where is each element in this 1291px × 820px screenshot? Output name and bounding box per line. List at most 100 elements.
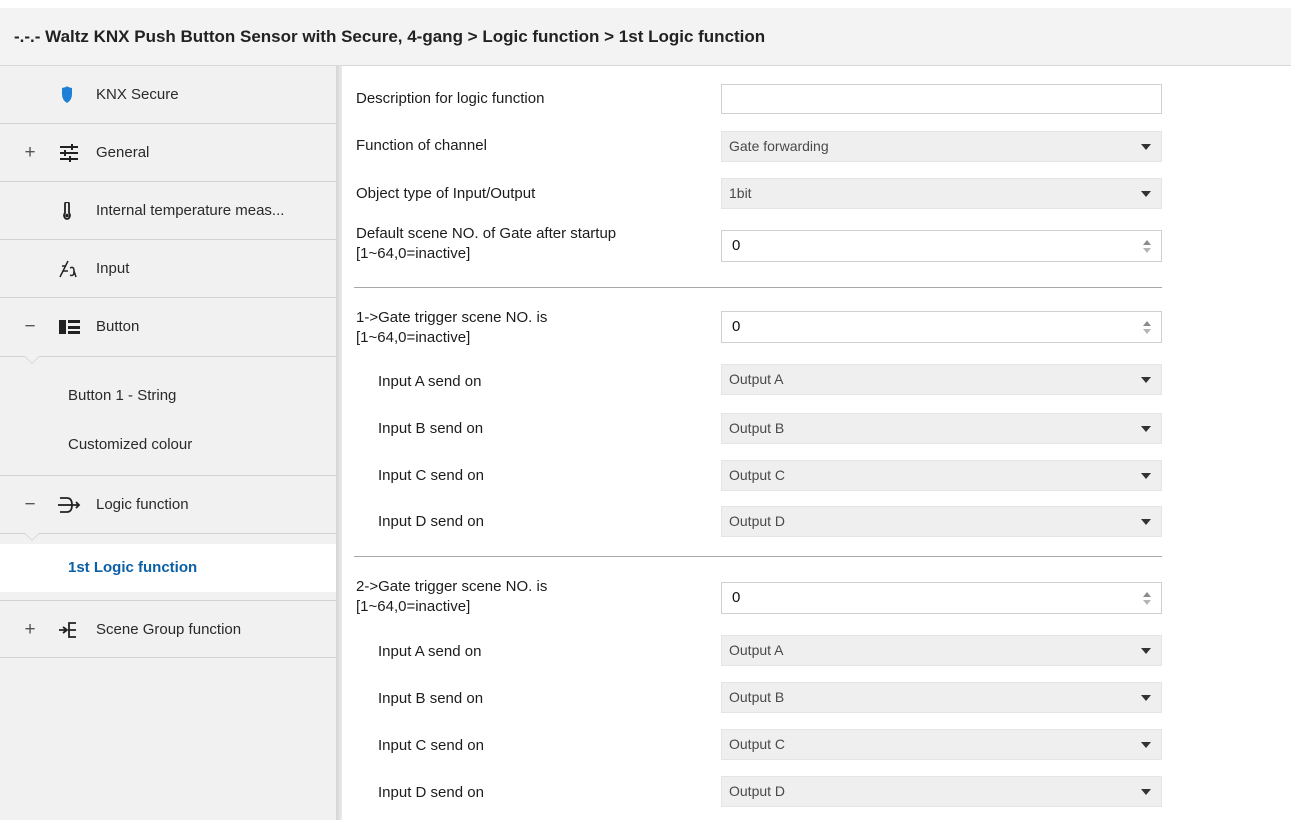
- dropdown-value: Output D: [729, 513, 786, 529]
- gate-2-trigger-label: 2->Gate trigger scene NO. is: [356, 578, 548, 595]
- sidebar-item-logic-function[interactable]: − Logic function: [0, 475, 336, 533]
- sidebar-item-label: KNX Secure: [96, 86, 179, 103]
- sidebar-item-button[interactable]: − Button: [0, 298, 336, 356]
- sidebar-item-label: General: [96, 144, 150, 161]
- object-type-label: Object type of Input/Output: [356, 185, 536, 202]
- button-icon: [58, 318, 82, 336]
- gate-1-input-c-label: Input C send on: [378, 467, 484, 484]
- gate-2-input-a-label: Input A send on: [378, 643, 482, 660]
- sidebar-subitem-label: Button 1 - String: [68, 387, 177, 404]
- sidebar: KNX Secure + General Internal temperatur…: [0, 66, 336, 820]
- gate-1-trigger-spinbox[interactable]: 0: [721, 311, 1162, 343]
- sidebar-subitem-label: Customized colour: [68, 436, 193, 453]
- spin-down-icon[interactable]: [1143, 248, 1151, 253]
- gate-1-input-c-dropdown[interactable]: Output C: [721, 460, 1162, 491]
- dropdown-value: Output C: [729, 467, 786, 483]
- expander: [22, 66, 38, 124]
- tree-notch: [25, 356, 39, 363]
- spinbox-value: 0: [732, 237, 741, 254]
- shield-icon: [58, 86, 82, 104]
- sidebar-item-label: Logic function: [96, 496, 189, 513]
- collapse-icon[interactable]: −: [22, 476, 38, 534]
- sidebar-item-scene-group-function[interactable]: + Scene Group function: [0, 600, 336, 658]
- description-label: Description for logic function: [356, 90, 545, 107]
- sidebar-subitem-customized-colour[interactable]: Customized colour: [0, 421, 336, 469]
- gate-2-input-c-label: Input C send on: [378, 737, 484, 754]
- dropdown-value: Output A: [729, 371, 784, 387]
- function-of-channel-dropdown[interactable]: Gate forwarding: [721, 131, 1162, 162]
- gate-2-input-c-dropdown[interactable]: Output C: [721, 729, 1162, 760]
- gate-2-range-label: [1~64,0=inactive]: [356, 598, 471, 615]
- gate-2-trigger-spinbox[interactable]: 0: [721, 582, 1162, 614]
- gate-1-input-d-label: Input D send on: [378, 513, 484, 530]
- divider: [0, 356, 336, 357]
- spinbox-value: 0: [732, 318, 741, 335]
- breadcrumb-title: -.-.- Waltz KNX Push Button Sensor with …: [14, 27, 766, 46]
- sidebar-item-input[interactable]: Input: [0, 240, 336, 298]
- dropdown-value: Output D: [729, 783, 786, 799]
- expand-icon[interactable]: +: [22, 124, 38, 182]
- sidebar-item-label: Internal temperature meas...: [96, 202, 285, 219]
- gate-1-input-b-dropdown[interactable]: Output B: [721, 413, 1162, 444]
- sidebar-item-label: Input: [96, 260, 130, 277]
- dropdown-value: Output B: [729, 689, 785, 705]
- sidebar-item-label: Button: [96, 318, 140, 335]
- spin-up-icon[interactable]: [1143, 321, 1151, 326]
- chevron-down-icon: [1141, 695, 1151, 701]
- spin-down-icon[interactable]: [1143, 329, 1151, 334]
- sidebar-item-internal-temperature[interactable]: Internal temperature meas...: [0, 182, 336, 240]
- gate-1-range-label: [1~64,0=inactive]: [356, 329, 471, 346]
- chevron-down-icon: [1141, 742, 1151, 748]
- parameter-panel: Description for logic function Function …: [342, 66, 1291, 820]
- sidebar-item-general[interactable]: + General: [0, 124, 336, 182]
- title-bar: -.-.- Waltz KNX Push Button Sensor with …: [0, 8, 1291, 66]
- gate-2-input-d-dropdown[interactable]: Output D: [721, 776, 1162, 807]
- chevron-down-icon: [1141, 426, 1151, 432]
- default-scene-label: Default scene NO. of Gate after startup: [356, 225, 617, 242]
- expander: [22, 182, 38, 240]
- default-scene-range-label: [1~64,0=inactive]: [356, 245, 471, 262]
- default-scene-spinbox[interactable]: 0: [721, 230, 1162, 262]
- gate-2-input-b-label: Input B send on: [378, 690, 484, 707]
- gate-1-input-d-dropdown[interactable]: Output D: [721, 506, 1162, 537]
- object-type-dropdown[interactable]: 1bit: [721, 178, 1162, 209]
- dropdown-value: Gate forwarding: [729, 138, 829, 154]
- gate-1-input-b-label: Input B send on: [378, 420, 484, 437]
- gate-2-input-d-label: Input D send on: [378, 784, 484, 801]
- dropdown-value: Output A: [729, 642, 784, 658]
- spinbox-value: 0: [732, 589, 741, 606]
- tree-notch: [25, 533, 39, 540]
- sidebar-item-label: Scene Group function: [96, 621, 242, 638]
- chevron-down-icon: [1141, 377, 1151, 383]
- gate-1-input-a-label: Input A send on: [378, 373, 482, 390]
- spin-up-icon[interactable]: [1143, 592, 1151, 597]
- sidebar-subitem-button-1-string[interactable]: Button 1 - String: [0, 372, 336, 420]
- thermometer-icon: [58, 201, 82, 220]
- divider: [0, 533, 336, 534]
- sidebar-subitem-label: 1st Logic function: [68, 559, 198, 576]
- chevron-down-icon: [1141, 191, 1151, 197]
- input-icon: [58, 260, 82, 278]
- dropdown-value: 1bit: [729, 185, 752, 201]
- scene-group-icon: [58, 621, 82, 639]
- sidebar-item-knx-secure[interactable]: KNX Secure: [0, 66, 336, 124]
- function-of-channel-label: Function of channel: [356, 137, 487, 154]
- spin-up-icon[interactable]: [1143, 240, 1151, 245]
- expand-icon[interactable]: +: [22, 601, 38, 659]
- chevron-down-icon: [1141, 519, 1151, 525]
- section-divider: [354, 556, 1162, 557]
- gate-2-input-a-dropdown[interactable]: Output A: [721, 635, 1162, 666]
- sidebar-subitem-1st-logic-function[interactable]: 1st Logic function: [0, 544, 336, 592]
- description-input[interactable]: [721, 84, 1162, 114]
- dropdown-value: Output C: [729, 736, 786, 752]
- gate-2-input-b-dropdown[interactable]: Output B: [721, 682, 1162, 713]
- section-divider: [354, 287, 1162, 288]
- logic-icon: [58, 496, 82, 514]
- sliders-icon: [58, 144, 82, 162]
- dropdown-value: Output B: [729, 420, 785, 436]
- chevron-down-icon: [1141, 144, 1151, 150]
- gate-1-input-a-dropdown[interactable]: Output A: [721, 364, 1162, 395]
- chevron-down-icon: [1141, 473, 1151, 479]
- spin-down-icon[interactable]: [1143, 600, 1151, 605]
- collapse-icon[interactable]: −: [22, 298, 38, 356]
